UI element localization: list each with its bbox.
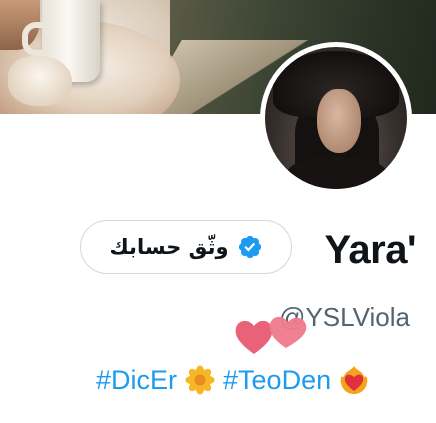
- verify-account-button[interactable]: وثّق حسابك: [80, 220, 292, 274]
- banner-mug-handle: [22, 22, 48, 56]
- profile-bio: #DicEr #TeoDen: [96, 362, 369, 398]
- flower-emoji: [185, 365, 215, 395]
- avatar-face: [317, 89, 361, 153]
- heart-on-fire-emoji: [340, 366, 368, 394]
- display-name: Yara': [324, 228, 416, 272]
- verify-account-label: وثّق حسابك: [109, 235, 229, 259]
- hashtag-link-dicer[interactable]: #DicEr: [96, 362, 177, 398]
- verified-badge-icon: [238, 235, 261, 259]
- profile-header: Yara' وثّق حسابك @YSLViola #DicEr #TeoDe…: [0, 0, 436, 423]
- hashtag-link-teoden[interactable]: #TeoDen: [223, 362, 331, 398]
- avatar-body: [285, 157, 389, 189]
- two-hearts-emoji: [235, 316, 307, 354]
- banner-cat-paw: [8, 56, 72, 106]
- avatar-photo: [265, 47, 407, 189]
- avatar[interactable]: [260, 42, 412, 194]
